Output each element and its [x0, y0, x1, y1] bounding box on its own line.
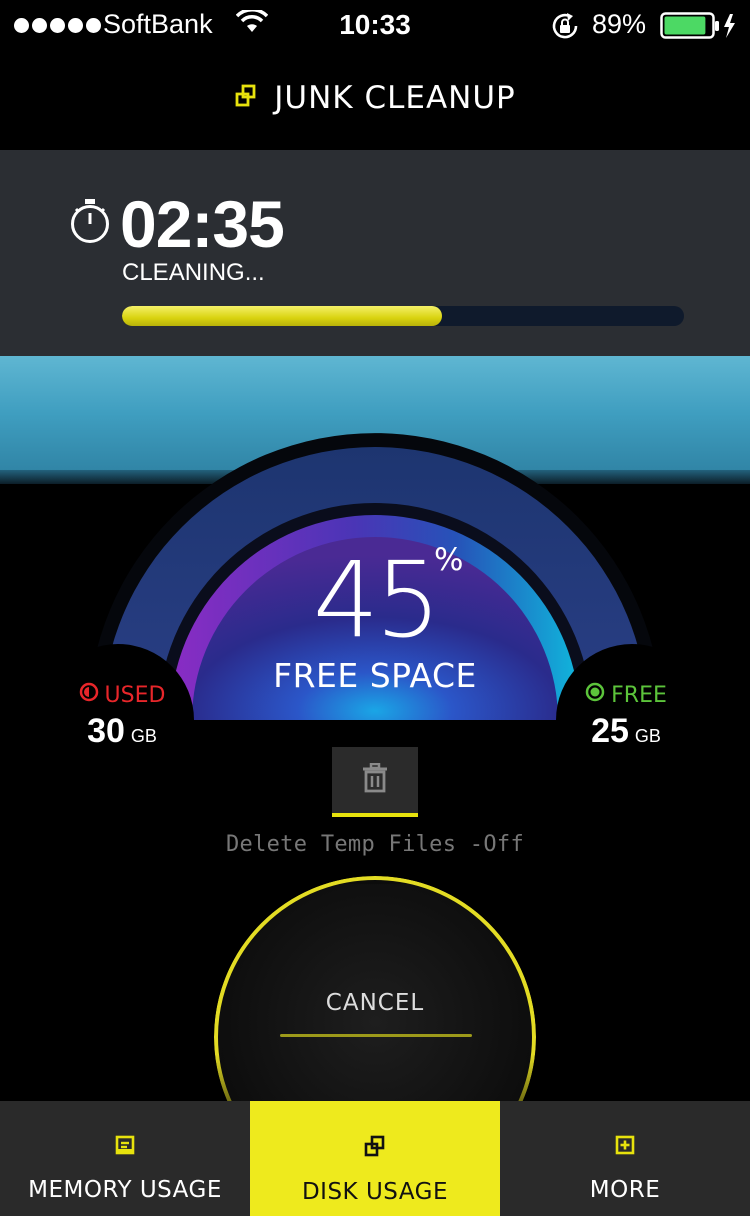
memory-icon	[115, 1135, 135, 1159]
free-space-percent: 45	[312, 539, 441, 661]
tab-more[interactable]: MORE	[500, 1101, 750, 1216]
battery-percent: 89%	[592, 9, 647, 39]
cancel-area	[0, 876, 750, 1102]
percent-symbol: %	[434, 542, 464, 578]
timer-status: CLEANING...	[122, 259, 265, 286]
battery-icon	[660, 12, 740, 44]
cleaning-progress-bar	[122, 306, 684, 326]
free-label: FREE	[611, 682, 667, 708]
tab-disk-usage[interactable]: DISK USAGE	[250, 1101, 500, 1216]
stopwatch-icon	[68, 198, 112, 248]
tab-bar: MEMORY USAGE DISK USAGE MORE	[0, 1101, 750, 1216]
rotation-lock-icon	[550, 11, 580, 45]
cancel-underline	[280, 1034, 472, 1037]
timer-panel: 02:35 CLEANING...	[0, 150, 750, 356]
disk-icon	[234, 84, 258, 112]
app-header: JUNK CLEANUP	[0, 52, 750, 150]
used-label: USED	[104, 682, 166, 708]
tab-memory-usage[interactable]: MEMORY USAGE	[0, 1101, 250, 1216]
cancel-ring	[214, 876, 536, 1102]
cancel-button[interactable]: CANCEL	[0, 990, 750, 1016]
tab-label: DISK USAGE	[301, 1179, 449, 1205]
page-title: JUNK CLEANUP	[274, 80, 516, 116]
timer-value: 02:35	[120, 187, 285, 261]
delete-temp-files-toggle[interactable]	[332, 747, 418, 817]
used-indicator-icon	[79, 682, 99, 708]
more-icon	[615, 1135, 635, 1159]
used-space-stat: USED 30 GB	[52, 682, 192, 751]
delete-temp-files-label: Delete Temp Files -Off	[226, 832, 524, 857]
free-indicator-icon	[585, 682, 605, 708]
disk-icon	[364, 1135, 386, 1161]
free-space-stat: FREE 25 GB	[556, 682, 696, 751]
used-value: 30	[87, 712, 125, 750]
tab-label: MEMORY USAGE	[28, 1177, 222, 1203]
free-value: 25	[591, 712, 629, 750]
used-unit: GB	[130, 726, 157, 746]
tab-label: MORE	[589, 1177, 661, 1203]
status-bar: SoftBank 10:33 89%	[0, 0, 750, 52]
trash-icon	[361, 762, 389, 797]
cleaning-progress-fill	[122, 306, 443, 326]
free-unit: GB	[634, 726, 661, 746]
